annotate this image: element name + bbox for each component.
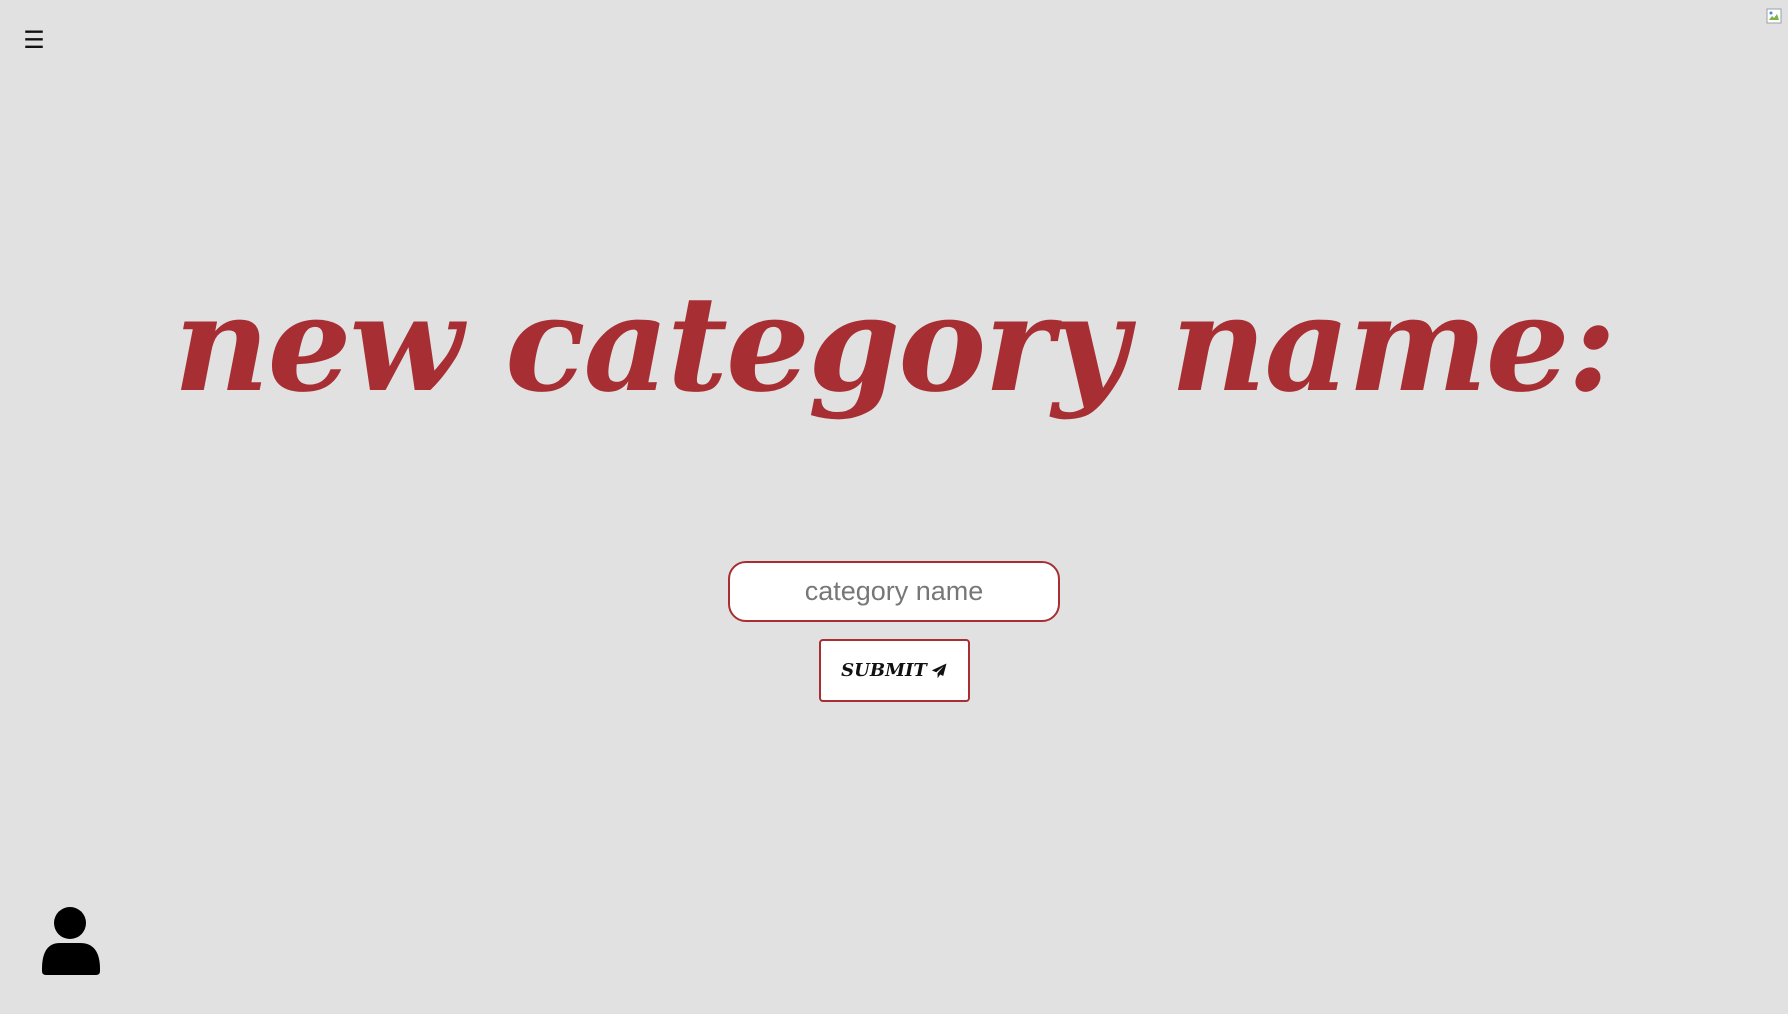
submit-button-label: SUBMIT (841, 660, 927, 681)
submit-button[interactable]: SUBMIT (818, 639, 970, 702)
hamburger-menu-icon[interactable]: ☰ (22, 28, 46, 52)
category-name-input[interactable] (728, 561, 1060, 622)
paper-plane-icon (931, 663, 947, 678)
user-icon[interactable] (42, 907, 100, 975)
page-title: new category name: (173, 267, 1617, 422)
broken-image-icon (1766, 8, 1782, 24)
new-category-form: SUBMIT (0, 561, 1788, 702)
